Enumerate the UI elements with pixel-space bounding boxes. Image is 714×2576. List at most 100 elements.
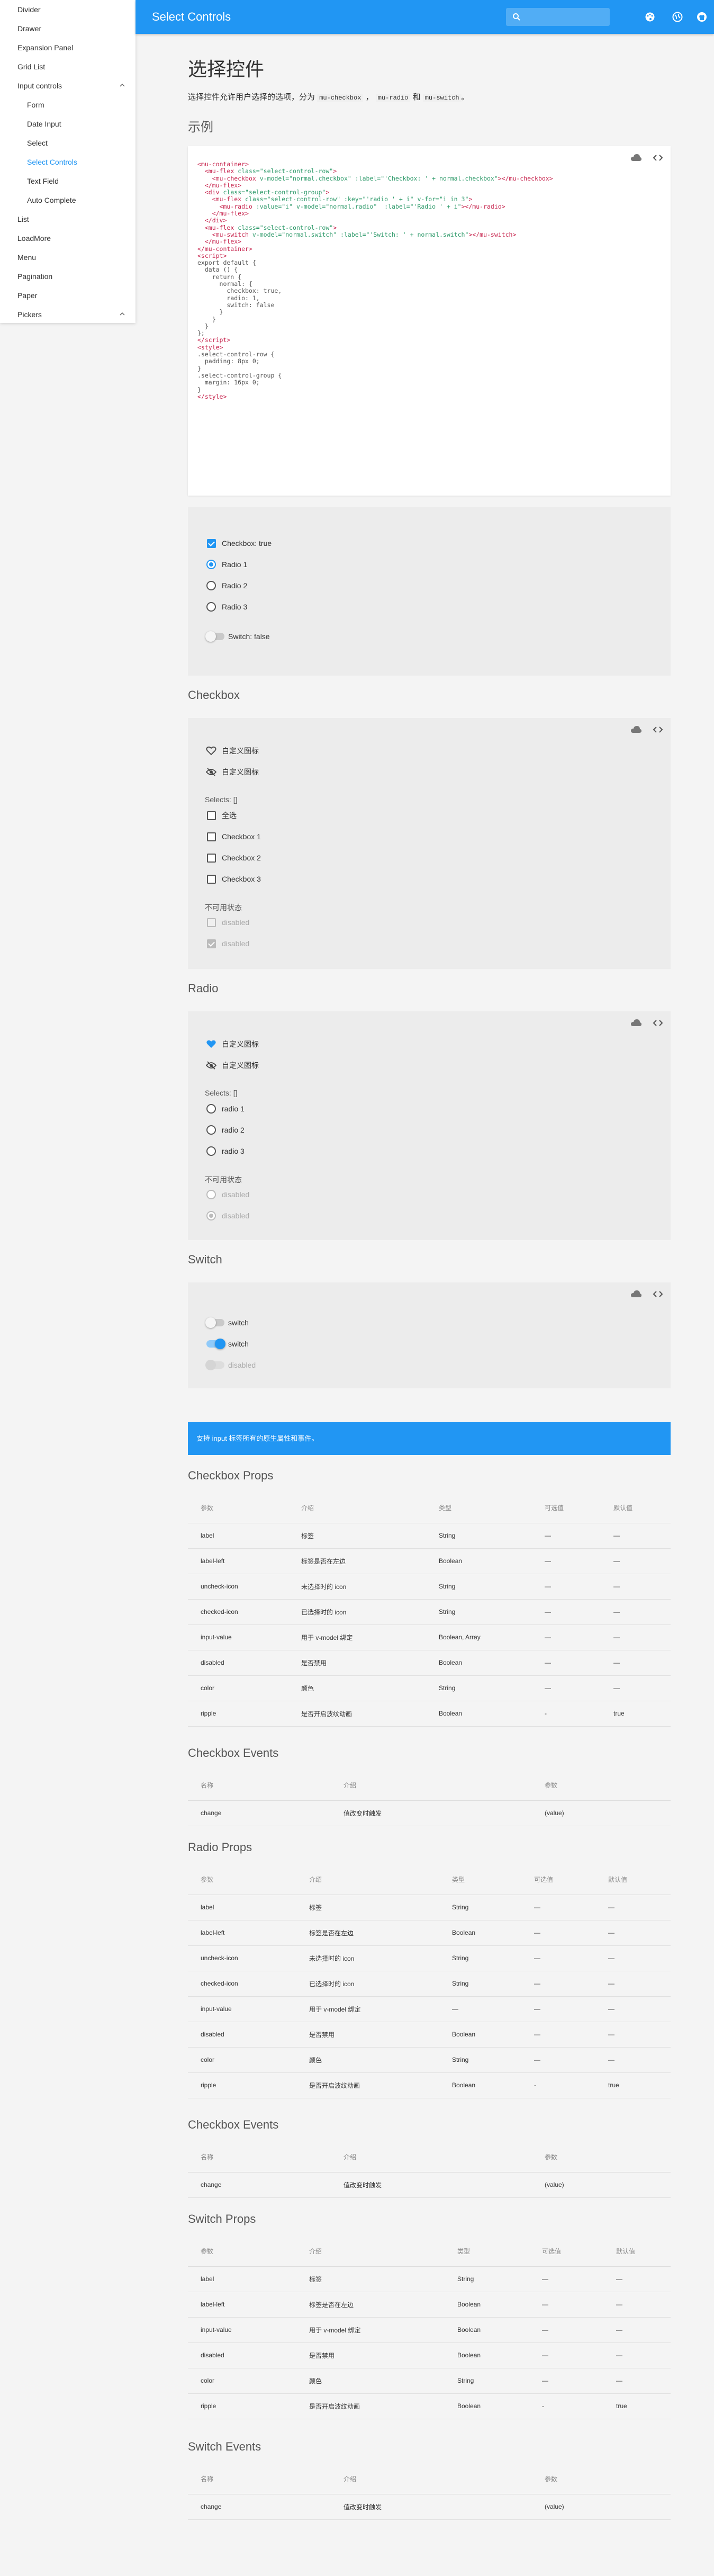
column-header: 可选值	[532, 1493, 601, 1523]
cell: —	[521, 1895, 595, 1920]
checkbox-disabled: disabled	[205, 916, 249, 929]
sidebar-item-pagination[interactable]: Pagination	[0, 267, 135, 286]
checkbox-basic[interactable]: Checkbox: true	[205, 537, 272, 550]
radio-props-table: 参数 介绍 类型 可选值 默认值 label 标签 String — — label-l…	[188, 1865, 671, 2098]
radio-custom-heart[interactable]: 自定义图标	[205, 1038, 259, 1051]
cloud-icon[interactable]	[630, 1019, 642, 1027]
cloud-icon[interactable]	[630, 154, 642, 162]
radio-label: 自定义图标	[222, 1061, 259, 1070]
sidebar-item-list[interactable]: List	[0, 210, 135, 229]
sidebar-item-menu[interactable]: Menu	[0, 248, 135, 267]
sidebar-item-grid-list[interactable]: Grid List	[0, 57, 135, 76]
radio-disabled: disabled	[205, 1188, 249, 1201]
radio-2[interactable]: Radio 2	[205, 579, 247, 592]
checkbox-custom-heart[interactable]: 自定义图标	[205, 744, 259, 757]
github-icon[interactable]	[695, 11, 708, 23]
sidebar-item-select-controls[interactable]: Select Controls	[0, 152, 135, 172]
sidebar-item-divider[interactable]: Divider	[0, 0, 135, 19]
sidebar-item-paper[interactable]: Paper	[0, 286, 135, 305]
radio-item-3[interactable]: radio 3	[205, 1145, 245, 1157]
checkbox-label: disabled	[222, 918, 250, 927]
checkbox-unchecked-icon	[206, 811, 216, 820]
cell: ripple	[188, 1701, 288, 1727]
cell: —	[532, 1650, 601, 1676]
code-icon[interactable]	[653, 725, 663, 734]
code-source: <mu-container> <mu-flex class="select-co…	[197, 160, 553, 400]
table-row: uncheck-icon 未选择时的 icon String — —	[188, 1574, 671, 1600]
cell: —	[601, 1675, 671, 1701]
cloud-icon[interactable]	[630, 1290, 642, 1298]
switch-disabled-icon	[205, 1360, 224, 1370]
checkbox-label: Checkbox 3	[222, 875, 261, 883]
cell: —	[595, 2022, 671, 2048]
radio-checked-icon	[206, 560, 216, 569]
language-icon[interactable]	[671, 11, 684, 23]
sidebar: Divider Drawer Expansion Panel Grid List…	[0, 0, 135, 323]
sidebar-item-auto-complete[interactable]: Auto Complete	[0, 191, 135, 210]
cell: —	[595, 1996, 671, 2022]
switch-on[interactable]: switch	[205, 1338, 249, 1350]
search-input[interactable]	[527, 8, 607, 26]
cell: checked-icon	[188, 1599, 288, 1625]
search-box[interactable]	[506, 8, 610, 26]
cell: 是否开启波纹动画	[296, 2072, 439, 2098]
code-icon[interactable]	[653, 154, 663, 162]
radio-custom-eye[interactable]: 自定义图标	[205, 1059, 259, 1072]
cell: —	[521, 2047, 595, 2073]
section-heading-checkbox: Checkbox	[188, 688, 240, 702]
sidebar-item-label: Pickers	[17, 310, 42, 319]
cloud-icon[interactable]	[630, 725, 642, 734]
table-row: ripple 是否开启波纹动画 Boolean - true	[188, 1701, 671, 1727]
cell: 用于 v-model 绑定	[296, 1996, 439, 2022]
cell: —	[595, 1945, 671, 1971]
intro-text: 选择控件允许用户选择的选项，分为 mu-checkbox ， mu-radio …	[188, 91, 469, 102]
radio-1[interactable]: Radio 1	[205, 558, 247, 571]
radio-item-1[interactable]: radio 1	[205, 1102, 245, 1115]
cell: 标签	[288, 1523, 426, 1549]
cell: 已选择时的 icon	[288, 1599, 426, 1625]
cell: Boolean	[445, 2393, 529, 2419]
sidebar-item-drawer[interactable]: Drawer	[0, 19, 135, 38]
checkbox-1[interactable]: Checkbox 1	[205, 830, 261, 843]
switch-events-table: 名称 介绍 参数 change 值改变时触发 (value)	[188, 2464, 671, 2520]
radio-3[interactable]: Radio 3	[205, 600, 247, 613]
cell: label	[188, 1895, 296, 1920]
sidebar-item-text-field[interactable]: Text Field	[0, 172, 135, 191]
table-row: input-value 用于 v-model 绑定 Boolean — —	[188, 2317, 671, 2343]
radio-disabled-icon	[206, 1190, 216, 1199]
demo-switch: switch switch disabled	[188, 1282, 671, 1388]
cell: 未选择时的 icon	[288, 1574, 426, 1600]
switch-off[interactable]: switch	[205, 1316, 249, 1329]
cell: disabled	[188, 1650, 288, 1676]
checkbox-3[interactable]: Checkbox 3	[205, 873, 261, 885]
cell: ripple	[188, 2393, 296, 2419]
cell: -	[521, 2072, 595, 2098]
section-heading-checkbox-events: Checkbox Events	[188, 1746, 279, 1760]
sidebar-item-form[interactable]: Form	[0, 95, 135, 114]
disabled-heading: 不可用状态	[205, 903, 242, 912]
checkbox-select-all[interactable]: 全选	[205, 809, 237, 822]
cell: true	[595, 2072, 671, 2098]
cell: Boolean	[426, 1548, 532, 1574]
sidebar-item-input-controls[interactable]: Input controls	[0, 76, 135, 95]
sidebar-item-expansion-panel[interactable]: Expansion Panel	[0, 38, 135, 57]
code-icon[interactable]	[653, 1290, 663, 1298]
cell: 颜色	[296, 2047, 439, 2073]
cell: Boolean, Array	[426, 1624, 532, 1650]
sidebar-item-date-input[interactable]: Date Input	[0, 114, 135, 133]
cell: label-left	[188, 2292, 296, 2318]
code-icon[interactable]	[653, 1019, 663, 1027]
sidebar-item-pickers[interactable]: Pickers	[0, 305, 135, 324]
heart-filled-icon	[206, 1040, 216, 1048]
sidebar-item-select[interactable]: Select	[0, 133, 135, 152]
palette-icon[interactable]	[644, 11, 656, 23]
cell: String	[439, 1895, 521, 1920]
switch-basic[interactable]: Switch: false	[205, 630, 270, 643]
cell: checked-icon	[188, 1971, 296, 1997]
cell: —	[595, 2047, 671, 2073]
sidebar-item-loadmore[interactable]: LoadMore	[0, 229, 135, 248]
checkbox-2[interactable]: Checkbox 2	[205, 851, 261, 864]
table-row: ripple 是否开启波纹动画 Boolean - true	[188, 2393, 671, 2419]
radio-item-2[interactable]: radio 2	[205, 1124, 245, 1136]
checkbox-custom-eye[interactable]: 自定义图标	[205, 766, 259, 778]
